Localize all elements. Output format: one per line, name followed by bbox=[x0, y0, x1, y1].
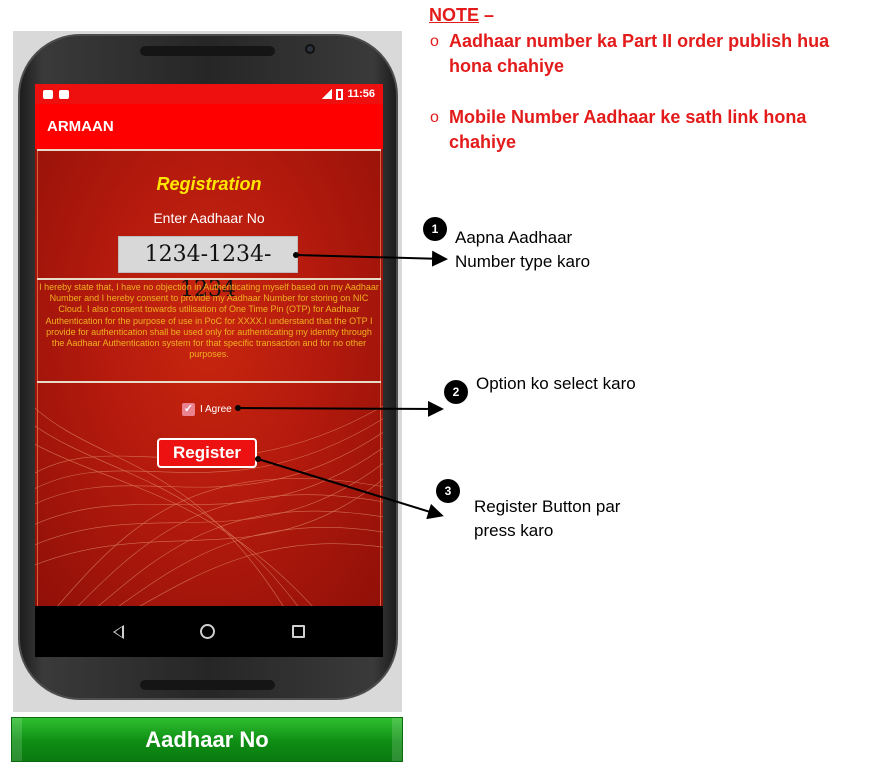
phone-speaker-bottom bbox=[140, 680, 275, 690]
note-item: o Mobile Number Aadhaar ke sath link hon… bbox=[430, 105, 869, 155]
agree-label[interactable]: I Agree bbox=[200, 404, 232, 415]
bullet-icon: o bbox=[430, 109, 439, 126]
recent-apps-icon[interactable] bbox=[291, 625, 305, 638]
status-bar: 11:56 bbox=[35, 84, 383, 104]
divider bbox=[37, 381, 381, 383]
agree-row[interactable]: ✓ I Agree bbox=[182, 403, 232, 416]
divider bbox=[37, 278, 381, 280]
agree-checkbox[interactable]: ✓ bbox=[182, 403, 195, 416]
notification-icons bbox=[43, 89, 69, 99]
home-icon[interactable] bbox=[200, 624, 216, 639]
register-button[interactable]: Register bbox=[157, 438, 257, 468]
back-icon[interactable] bbox=[113, 624, 125, 639]
aadhaar-banner: Aadhaar No bbox=[11, 717, 403, 762]
aadhaar-label: Enter Aadhaar No bbox=[153, 210, 265, 226]
step-number: 2 bbox=[444, 380, 468, 404]
notification-icon bbox=[43, 89, 53, 99]
signal-icon bbox=[321, 89, 333, 99]
bullet-icon: o bbox=[430, 33, 439, 50]
step-text: Register Button par press karo bbox=[474, 497, 621, 540]
step-number: 3 bbox=[436, 479, 460, 503]
step-number: 1 bbox=[423, 217, 447, 241]
divider bbox=[37, 149, 381, 151]
battery-icon bbox=[336, 88, 344, 100]
navigation-bar bbox=[35, 606, 383, 657]
note-item: o Aadhaar number ka Part II order publis… bbox=[430, 29, 869, 79]
aadhaar-input[interactable]: 1234-1234-1234 bbox=[118, 236, 298, 302]
app-title: ARMAAN bbox=[35, 104, 383, 149]
phone-speaker-top bbox=[140, 46, 275, 56]
note-dash: – bbox=[479, 5, 495, 25]
notification-icon bbox=[59, 89, 69, 99]
camera-icon bbox=[305, 44, 315, 54]
note-heading: NOTE – bbox=[429, 5, 494, 26]
note-item-text: Mobile Number Aadhaar ke sath link hona … bbox=[449, 107, 807, 152]
consent-text: I hereby state that, I have no objection… bbox=[39, 282, 379, 360]
note-title: NOTE bbox=[429, 5, 480, 25]
registration-form: Registration Enter Aadhaar No 1234-1234-… bbox=[35, 149, 383, 606]
phone-screen: 11:56 ARMAAN Registration Enter Aadhaar … bbox=[35, 84, 383, 657]
note-item-text: Aadhaar number ka Part II order publish … bbox=[449, 31, 830, 76]
registration-title: Registration bbox=[156, 174, 262, 194]
status-time: 11:56 bbox=[347, 88, 375, 100]
step-text: Aapna Aadhaar Number type karo bbox=[455, 228, 591, 271]
step-text: Option ko select karo bbox=[476, 374, 636, 393]
